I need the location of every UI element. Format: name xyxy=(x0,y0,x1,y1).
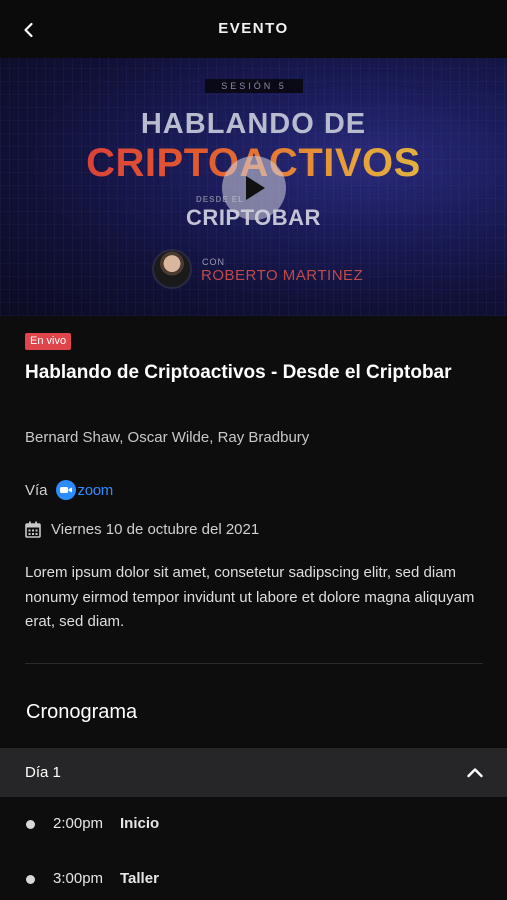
schedule-item: 2:00pm Inicio xyxy=(0,810,507,840)
schedule-item-name: Inicio xyxy=(120,815,160,832)
speaker-avatar xyxy=(152,249,192,289)
section-divider xyxy=(25,663,483,664)
zoom-camera-icon xyxy=(55,480,76,500)
zoom-wordmark: zoom xyxy=(77,481,114,499)
speaker-name: ROBERTO MARTINEZ xyxy=(201,267,364,284)
calendar-icon xyxy=(25,521,41,538)
page-title: EVENTO xyxy=(218,20,289,37)
top-bar: EVENTO xyxy=(0,0,507,58)
via-label: Vía xyxy=(25,481,48,499)
bullet-dot-icon xyxy=(26,820,35,829)
schedule-item-name: Taller xyxy=(120,870,159,887)
play-button[interactable] xyxy=(222,156,286,220)
schedule-item: 3:00pm Taller xyxy=(0,865,507,895)
event-title: Hablando de Criptoactivos - Desde el Cri… xyxy=(25,362,452,383)
schedule-item-time: 3:00pm xyxy=(53,870,104,887)
live-badge: En vivo xyxy=(25,333,72,350)
banner-title-line1: HABLANDO DE xyxy=(140,108,367,140)
event-speakers: Bernard Shaw, Oscar Wilde, Ray Bradbury xyxy=(25,429,310,446)
zoom-logo[interactable]: zoom xyxy=(55,480,114,500)
day-accordion-header[interactable]: Día 1 xyxy=(0,748,507,797)
play-icon xyxy=(246,176,265,200)
schedule-title: Cronograma xyxy=(26,701,138,723)
schedule-item-time: 2:00pm xyxy=(53,815,104,832)
day-label: Día 1 xyxy=(25,764,61,781)
speaker-prefix: CON xyxy=(202,257,225,267)
event-date: Viernes 10 de octubre del 2021 xyxy=(51,520,260,538)
event-video-thumbnail[interactable]: SESIÓN 5 HABLANDO DE CRIPTOACTIVOS DESDE… xyxy=(0,58,507,316)
session-label: SESIÓN 5 xyxy=(205,79,303,93)
date-row: Viernes 10 de octubre del 2021 xyxy=(25,518,259,540)
event-description: Lorem ipsum dolor sit amet, consetetur s… xyxy=(25,564,475,630)
bullet-dot-icon xyxy=(26,875,35,884)
platform-row: Vía zoom xyxy=(25,479,113,501)
chevron-up-icon xyxy=(467,768,483,778)
